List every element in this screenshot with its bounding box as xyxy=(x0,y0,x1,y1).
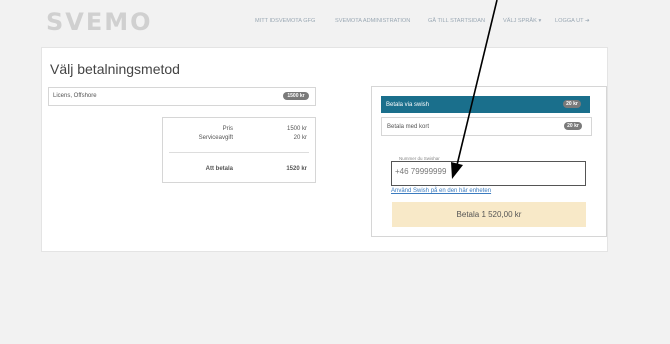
arrow-head xyxy=(451,162,463,179)
arrow-shaft xyxy=(456,0,498,166)
annotation-arrow xyxy=(451,0,498,179)
